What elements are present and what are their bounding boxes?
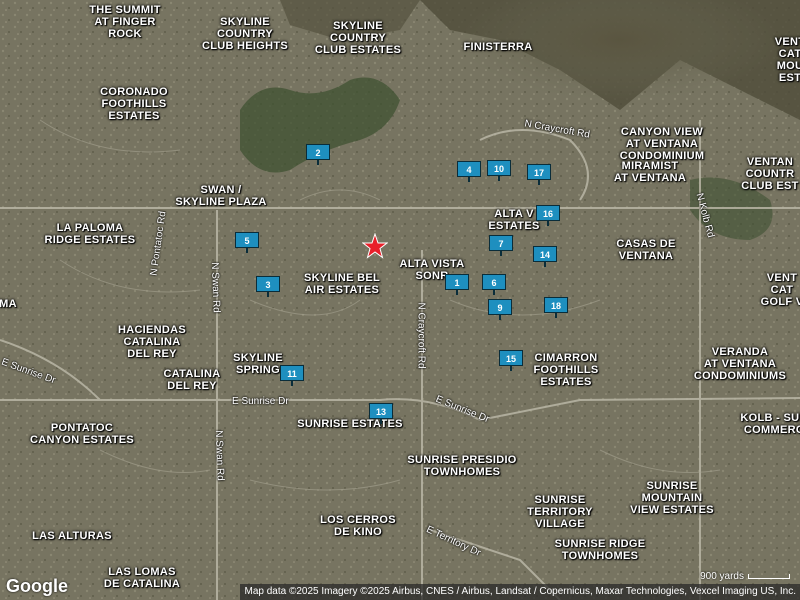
area-label-canyon-view: CANYON VIEW AT VENTANA CONDOMINIUM	[619, 126, 705, 162]
road-label-swan-n: N Swan Rd	[208, 262, 222, 313]
listing-marker-17[interactable]: 17	[527, 164, 551, 180]
listing-marker-6[interactable]: 6	[482, 274, 506, 290]
listing-marker-16[interactable]: 16	[536, 205, 560, 221]
area-label-skyline-estates: SKYLINE COUNTRY CLUB ESTATES	[314, 20, 402, 56]
listing-marker-1[interactable]: 1	[445, 274, 469, 290]
area-label-coronado: CORONADO FOOTHILLS ESTATES	[100, 86, 168, 122]
area-label-vent-golf: VENT CAT GOLF V	[760, 272, 800, 308]
area-label-ventana-top: VENTCATMOUEST	[774, 36, 800, 84]
area-label-presidio: SUNRISE PRESIDIO TOWNHOMES	[407, 454, 517, 478]
listing-marker-5[interactable]: 5	[235, 232, 259, 248]
listing-marker-11[interactable]: 11	[280, 365, 304, 381]
area-label-la-paloma: LA PALOMA RIDGE ESTATES	[44, 222, 136, 246]
listing-marker-14[interactable]: 14	[533, 246, 557, 262]
area-label-sunrise-estates: SUNRISE ESTATES	[297, 418, 403, 430]
area-label-catalina-del-rey: CATALINA DEL REY	[163, 368, 221, 392]
area-label-miramist: MIRAMIST AT VENTANA	[613, 160, 687, 184]
area-label-pontatoc: PONTATOC CANYON ESTATES	[29, 422, 135, 446]
star-icon[interactable]	[362, 233, 388, 259]
satellite-map[interactable]: THE SUMMIT AT FINGER ROCK SKYLINE COUNTRY CL…	[0, 0, 800, 600]
listing-marker-3[interactable]: 3	[256, 276, 280, 292]
area-label-las-alturas: LAS ALTURAS	[32, 530, 112, 542]
area-label-sunrise-mountain: SUNRISE MOUNTAIN VIEW ESTATES	[630, 480, 714, 516]
scale-bar: 900 yards	[700, 571, 790, 582]
listing-marker-13[interactable]: 13	[369, 403, 393, 419]
area-label-haciendas: HACIENDAS CATALINA DEL REY	[117, 324, 187, 360]
map-attribution[interactable]: Map data ©2025 Imagery ©2025 Airbus, CNE…	[240, 584, 800, 600]
listing-marker-2[interactable]: 2	[306, 144, 330, 160]
listing-marker-10[interactable]: 10	[487, 160, 511, 176]
area-label-ma: MA	[0, 298, 17, 310]
listing-marker-4[interactable]: 4	[457, 161, 481, 177]
area-label-skyline-heights: SKYLINE COUNTRY CLUB HEIGHTS	[201, 16, 289, 52]
area-label-skyline-spring: SKYLINE SPRING	[233, 352, 283, 376]
area-label-skyline-bel: SKYLINE BEL AIR ESTATES	[303, 272, 381, 296]
area-label-veranda: VERANDA AT VENTANA CONDOMINIUMS	[693, 346, 787, 382]
area-label-ventana-cc: VENTAN COUNTR CLUB EST	[741, 156, 799, 192]
road-label-craycroft-s: N Craycroft Rd	[415, 302, 427, 369]
listing-marker-15[interactable]: 15	[499, 350, 523, 366]
listing-marker-18[interactable]: 18	[544, 297, 568, 313]
listing-marker-9[interactable]: 9	[488, 299, 512, 315]
area-label-territory: SUNRISE TERRITORY VILLAGE	[527, 494, 593, 530]
area-label-cimarron: CIMARRON FOOTHILLS ESTATES	[533, 352, 599, 388]
road-label-sunrise-e: E Sunrise Dr	[232, 396, 289, 407]
area-label-las-lomas: LAS LOMAS DE CATALINA	[103, 566, 181, 590]
area-label-cerros: LOS CERROS DE KINO	[320, 514, 396, 538]
area-label-ridge-townhomes: SUNRISE RIDGE TOWNHOMES	[554, 538, 646, 562]
area-label-kolb-sun: KOLB - SUNCOMMERC	[740, 412, 800, 436]
area-label-swan-skyline: SWAN / SKYLINE PLAZA	[175, 184, 267, 208]
area-label-casas: CASAS DE VENTANA	[616, 238, 676, 262]
area-label-alta-vista-estates: ALTA V ESTATES	[488, 208, 540, 232]
google-logo: Google	[6, 576, 68, 596]
area-label-finisterra: FINISTERRA	[463, 41, 533, 53]
road-label-swan-s: N Swan Rd	[212, 430, 226, 481]
area-label-summit: THE SUMMIT AT FINGER ROCK	[89, 4, 161, 40]
listing-marker-7[interactable]: 7	[489, 235, 513, 251]
